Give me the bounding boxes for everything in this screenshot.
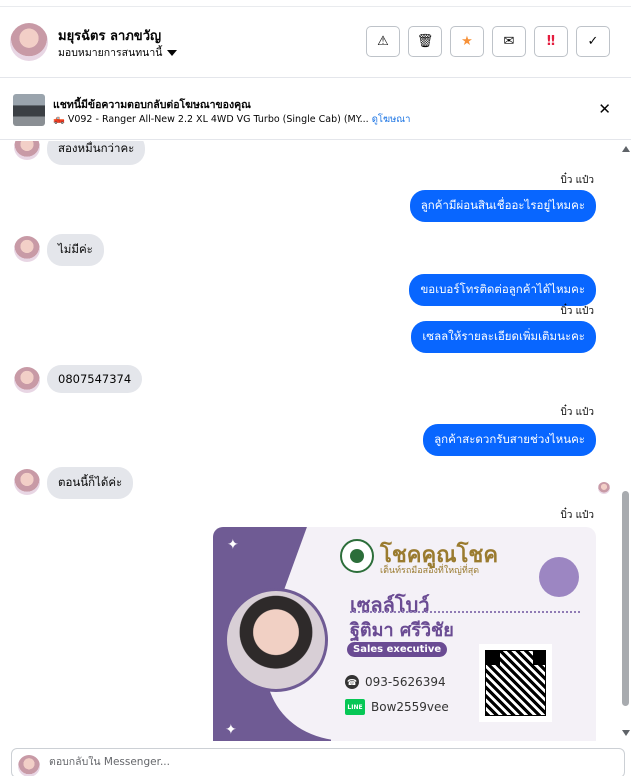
- decor-circle: [539, 557, 579, 597]
- view-ad-link[interactable]: ดูโฆษณา: [372, 114, 411, 125]
- contact-avatar: [14, 236, 40, 262]
- message-thread: สองหมื่นกว่าคะ บิ๋ว แป๋ว ลูกค้ามีผ่อนสิน…: [0, 141, 620, 741]
- qr-code: [479, 644, 552, 722]
- message-outgoing: ลูกค้าสะดวกรับสายช่วงไหนคะ: [423, 424, 596, 456]
- message-incoming: 0807547374: [47, 365, 143, 393]
- chevron-down-icon: [167, 49, 178, 56]
- contact-name[interactable]: มยุรฉัตร ลาภขวัญ: [58, 25, 161, 46]
- contact-avatar: [14, 141, 40, 160]
- ad-banner-title: แชทนี้มีข้อความตอบกลับต่อโฆษณาของคุณ: [53, 99, 251, 111]
- trash-icon: 🗑: [416, 34, 434, 49]
- contact-avatar: [14, 469, 40, 495]
- mark-unread-button[interactable]: ✉: [492, 26, 526, 57]
- thread-scrollbar[interactable]: [620, 141, 631, 741]
- scroll-up-icon[interactable]: [622, 146, 630, 152]
- mark-done-button[interactable]: ✓: [576, 26, 610, 57]
- close-icon[interactable]: ✕: [598, 100, 611, 118]
- sparkle-icon: ✦: [227, 537, 239, 553]
- business-card-image[interactable]: ✦ ✦ โชคคูณโชค เต็นท์รถมือสองที่ใหญ่ที่สุ…: [213, 527, 596, 741]
- message-incoming: ไม่มีค่ะ: [47, 234, 104, 266]
- message-outgoing: เซลลให้รายละเอียดเพิ่มเติมนะคะ: [411, 321, 596, 353]
- message-incoming: ตอนนี้ก็ได้ค่ะ: [47, 467, 134, 499]
- card-role: Sales executive: [347, 642, 448, 657]
- message-incoming: สองหมื่นกว่าคะ: [47, 141, 146, 165]
- ad-thumbnail: [13, 94, 45, 126]
- assign-conversation-dropdown[interactable]: มอบหมายการสนทนานี้: [58, 44, 178, 61]
- reply-composer: [11, 748, 625, 776]
- ad-vehicle-text: 🛻 V092 - Ranger All-New 2.2 XL 4WD VG Tu…: [53, 114, 369, 125]
- important-icon: ‼: [546, 34, 556, 49]
- reply-input[interactable]: [49, 756, 589, 768]
- message-outgoing: ขอเบอร์โทรติดต่อลูกค้าได้ไหมคะ: [409, 274, 596, 306]
- warning-icon: ⚠: [377, 34, 389, 49]
- line-app-icon: LINE: [345, 699, 365, 715]
- sender-name: บิ๋ว แป๋ว: [560, 306, 594, 317]
- sender-name: บิ๋ว แป๋ว: [560, 510, 594, 521]
- scroll-thumb[interactable]: [622, 491, 629, 706]
- sparkle-icon: ✦: [225, 722, 237, 738]
- dotted-divider: [350, 611, 580, 613]
- star-button[interactable]: ★: [450, 26, 484, 57]
- assign-label: มอบหมายการสนทนานี้: [58, 47, 163, 59]
- card-fullname: ฐิติมา ศรีวิชัย: [350, 620, 454, 641]
- page-avatar: [18, 755, 40, 776]
- card-brand-tagline: เต็นท์รถมือสองที่ใหญ่ที่สุด: [380, 566, 480, 576]
- follow-up-button[interactable]: ‼: [534, 26, 568, 57]
- phone-icon: ☎: [345, 675, 359, 689]
- ad-reply-banner: แชทนี้มีข้อความตอบกลับต่อโฆษณาของคุณ 🛻 V…: [0, 78, 631, 140]
- card-line-id: Bow2559vee: [371, 700, 449, 714]
- sales-photo: [224, 588, 328, 692]
- contact-avatar[interactable]: [10, 23, 48, 61]
- check-icon: ✓: [587, 34, 599, 49]
- brand-logo-icon: [340, 539, 374, 573]
- card-line-row: LINE Bow2559vee: [345, 699, 449, 715]
- card-phone-row: ☎ 093-5626394: [345, 675, 446, 689]
- message-outgoing: ลูกค้ามีผ่อนสินเชื่ออะไรอยู่ไหมคะ: [409, 190, 596, 222]
- report-button[interactable]: ⚠: [366, 26, 400, 57]
- header-actions: ⚠ 🗑 ★ ✉ ‼ ✓: [366, 26, 610, 57]
- sender-name: บิ๋ว แป๋ว: [560, 407, 594, 418]
- conversation-header: มยุรฉัตร ลาภขวัญ มอบหมายการสนทนานี้ ⚠ 🗑 …: [0, 0, 631, 78]
- sender-name: บิ๋ว แป๋ว: [560, 175, 594, 186]
- mail-icon: ✉: [503, 34, 515, 49]
- contact-avatar: [14, 367, 40, 393]
- delete-button[interactable]: 🗑: [408, 26, 442, 57]
- card-phone: 093-5626394: [365, 675, 446, 689]
- seen-indicator-avatar: [598, 482, 610, 494]
- ad-details: 🛻 V092 - Ranger All-New 2.2 XL 4WD VG Tu…: [53, 112, 410, 127]
- star-icon: ★: [461, 34, 473, 49]
- divider: [0, 6, 631, 7]
- scroll-down-icon[interactable]: [622, 730, 630, 736]
